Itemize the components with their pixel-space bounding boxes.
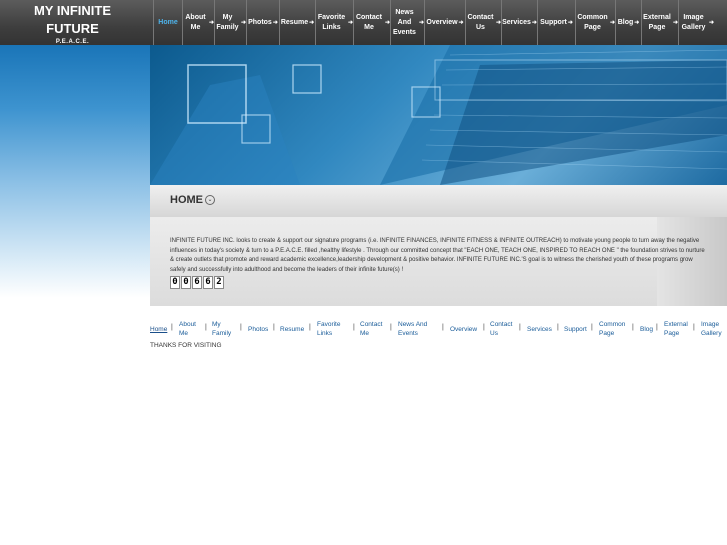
counter-digit: 6 [203,276,213,289]
nav-common-page[interactable]: Common Page ➜ [575,0,615,45]
footer-separator: | [483,324,485,331]
intro-text: INFINITE FUTURE INC. looks to create & s… [170,238,705,273]
footer-link-resume[interactable]: Resume [280,318,304,340]
footer-link-image-gallery[interactable]: Image Gallery [701,318,725,340]
nav-overview[interactable]: Overview ➜ [424,0,465,45]
footer-link-photos[interactable]: Photos [248,318,268,340]
visitor-counter: 0 0 6 6 2 [170,276,224,289]
nav-image-gallery[interactable]: Image Gallery ➜ [678,0,714,45]
counter-digit: 0 [181,276,191,289]
counter-digit: 0 [170,276,180,289]
footer-separator: | [591,324,593,331]
nav-blog[interactable]: Blog ➜ [615,0,641,45]
footer-link-news-and-events[interactable]: News And Events [398,318,438,340]
footer-separator: | [632,324,634,331]
arrow-right-icon: ➜ [309,19,315,26]
arrow-right-icon: ➜ [634,19,640,26]
footer-link-support[interactable]: Support [564,318,587,340]
footer-separator: | [390,324,392,331]
nav-home[interactable]: Home [153,0,182,45]
footer-separator: | [309,324,311,331]
footer-link-services[interactable]: Services [527,318,552,340]
footer-link-contact-me[interactable]: Contact Me [360,318,388,340]
footer-separator: | [353,324,355,331]
footer-link-home[interactable]: Home [150,318,167,340]
footer-nav: Home | About Me | My Family | Photos | R… [150,318,727,340]
nav-services[interactable]: Services ➜ [501,0,537,45]
footer-separator: | [273,324,275,331]
counter-digit: 2 [214,276,224,289]
nav-photos[interactable]: Photos ➜ [246,0,279,45]
nav-contact-us[interactable]: Contact Us ➜ [465,0,501,45]
footer-link-about-me[interactable]: About Me [179,318,201,340]
thanks-message: THANKS FOR VISITING [150,342,222,349]
hero-banner [150,45,727,185]
footer-separator: | [442,324,444,331]
footer-separator: | [656,324,658,331]
footer-separator: | [519,324,521,331]
footer-link-my-family[interactable]: My Family [212,318,236,340]
footer-separator: | [557,324,559,331]
skyscraper-illustration [150,45,727,185]
footer-link-external-page[interactable]: External Page [664,318,694,340]
footer-link-common-page[interactable]: Common Page [599,318,629,340]
arrow-right-icon: ➜ [272,19,278,26]
arrow-right-icon: ➜ [567,19,573,26]
footer-link-blog[interactable]: Blog [640,318,653,340]
page-header-bar: HOME ⌄ [150,185,727,217]
counter-digit: 6 [192,276,202,289]
page-title: HOME [170,194,203,206]
arrow-right-icon: ➜ [458,19,464,26]
nav-about-me[interactable]: About Me ➜ [182,0,214,45]
left-gradient-panel [0,45,150,298]
site-logo[interactable]: MY INFINITE FUTURE P.E.A.C.E. [0,0,145,45]
footer-separator: | [240,324,242,331]
footer-separator: | [693,324,695,331]
logo-line-2: FUTURE [46,21,99,36]
nav-contact-me[interactable]: Contact Me ➜ [353,0,390,45]
site-header: MY INFINITE FUTURE P.E.A.C.E. Home About… [0,0,727,45]
nav-my-family[interactable]: My Family ➜ [214,0,246,45]
nav-resume[interactable]: Resume ➜ [279,0,315,45]
content-area: INFINITE FUTURE INC. looks to create & s… [150,217,727,306]
footer-separator: | [205,324,207,331]
nav-favorite-links[interactable]: Favorite Links ➜ [315,0,353,45]
logo-line-1: MY INFINITE [33,3,112,18]
nav-support[interactable]: Support ➜ [537,0,575,45]
chevron-down-icon[interactable]: ⌄ [205,195,215,205]
arrow-right-icon: ➜ [708,19,714,26]
footer-link-contact-us[interactable]: Contact Us [490,318,516,340]
nav-external-page[interactable]: External Page ➜ [641,0,678,45]
nav-news-and-events[interactable]: News And Events ➜ [390,0,424,45]
footer-link-overview[interactable]: Overview [450,318,477,340]
footer-separator: | [171,324,173,331]
footer-link-favorite-links[interactable]: Favorite Links [317,318,347,340]
main-nav: Home About Me ➜ My Family ➜ Photos ➜ Resume… [153,0,727,45]
